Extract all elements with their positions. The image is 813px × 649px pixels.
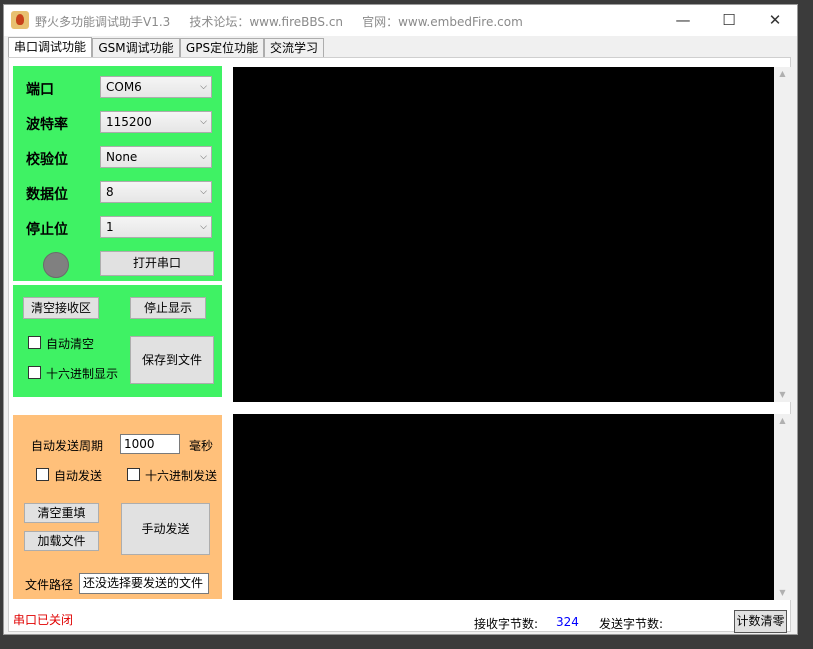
tab-gsm[interactable]: GSM调试功能 <box>92 38 180 58</box>
stopbits-label: 停止位 <box>26 222 68 238</box>
flame-icon <box>11 11 29 29</box>
main-window: 野火多功能调试助手V1.3 技术论坛：www.fireBBS.cn 官网：www… <box>3 4 798 635</box>
chevron-down-icon: ⌵ <box>200 152 207 162</box>
tx-count-label: 发送字节数: <box>599 617 664 631</box>
baud-select[interactable]: 115200 ⌵ <box>100 111 212 133</box>
window-title: 野火多功能调试助手V1.3 技术论坛：www.fireBBS.cn 官网：www… <box>35 15 523 29</box>
parity-value: None <box>106 150 138 164</box>
title-bar: 野火多功能调试助手V1.3 技术论坛：www.fireBBS.cn 官网：www… <box>4 5 797 36</box>
serial-settings-panel: 端口 COM6 ⌵ 波特率 115200 ⌵ 校验位 None ⌵ 数据位 8 … <box>13 66 222 281</box>
port-status-led <box>43 252 69 278</box>
file-path-input[interactable]: 还没选择要发送的文件 <box>79 573 209 594</box>
auto-send-label: 自动发送 <box>54 469 103 483</box>
send-period-label: 自动发送周期 <box>31 439 104 453</box>
clear-receive-button[interactable]: 清空接收区 <box>23 297 99 319</box>
auto-clear-label: 自动清空 <box>46 337 95 351</box>
chevron-down-icon: ⌵ <box>200 222 207 232</box>
file-path-label: 文件路径 <box>25 578 74 592</box>
minimize-button[interactable]: — <box>660 5 706 36</box>
close-button[interactable]: ✕ <box>752 5 798 36</box>
clear-refill-button[interactable]: 清空重填 <box>24 503 99 523</box>
databits-label: 数据位 <box>26 187 68 203</box>
chevron-down-icon: ⌵ <box>200 187 207 197</box>
receive-textarea[interactable] <box>233 67 774 402</box>
scroll-down-icon[interactable]: ▼ <box>774 388 791 402</box>
hex-display-label: 十六进制显示 <box>46 367 119 381</box>
parity-label: 校验位 <box>26 152 68 168</box>
send-period-unit: 毫秒 <box>189 439 214 453</box>
reset-count-button[interactable]: 计数清零 <box>734 610 787 633</box>
hex-send-label: 十六进制发送 <box>145 469 218 483</box>
tab-serial[interactable]: 串口调试功能 <box>8 37 92 59</box>
receive-scrollbar[interactable]: ▲ ▼ <box>774 67 791 402</box>
auto-send-checkbox[interactable] <box>36 468 49 481</box>
baud-value: 115200 <box>106 115 152 129</box>
load-file-button[interactable]: 加载文件 <box>24 531 99 551</box>
hex-send-checkbox[interactable] <box>127 468 140 481</box>
manual-send-button[interactable]: 手动发送 <box>121 503 210 555</box>
maximize-button[interactable]: ☐ <box>706 5 752 36</box>
port-value: COM6 <box>106 80 142 94</box>
save-to-file-button[interactable]: 保存到文件 <box>130 336 214 384</box>
open-port-button[interactable]: 打开串口 <box>100 251 214 276</box>
rx-count-value: 324 <box>556 615 579 629</box>
parity-select[interactable]: None ⌵ <box>100 146 212 168</box>
tab-content: 端口 COM6 ⌵ 波特率 115200 ⌵ 校验位 None ⌵ 数据位 8 … <box>8 57 791 633</box>
port-label: 端口 <box>26 82 54 98</box>
scroll-up-icon[interactable]: ▲ <box>774 414 791 428</box>
send-scrollbar[interactable]: ▲ ▼ <box>774 414 791 600</box>
stopbits-value: 1 <box>106 220 114 234</box>
send-options-panel: 自动发送周期 1000 毫秒 自动发送 十六进制发送 清空重填 加载文件 手动发… <box>13 415 222 599</box>
send-period-input[interactable]: 1000 <box>120 434 180 454</box>
port-state-status: 串口已关闭 <box>13 613 74 627</box>
port-select[interactable]: COM6 ⌵ <box>100 76 212 98</box>
databits-select[interactable]: 8 ⌵ <box>100 181 212 203</box>
tab-community[interactable]: 交流学习 <box>264 38 324 58</box>
hex-display-checkbox[interactable] <box>28 366 41 379</box>
databits-value: 8 <box>106 185 114 199</box>
chevron-down-icon: ⌵ <box>200 117 207 127</box>
rx-count-label: 接收字节数: <box>474 617 539 631</box>
auto-clear-checkbox[interactable] <box>28 336 41 349</box>
receive-options-panel: 清空接收区 停止显示 自动清空 十六进制显示 保存到文件 <box>13 285 222 397</box>
tab-gps[interactable]: GPS定位功能 <box>180 38 264 58</box>
scroll-up-icon[interactable]: ▲ <box>774 67 791 81</box>
stopbits-select[interactable]: 1 ⌵ <box>100 216 212 238</box>
chevron-down-icon: ⌵ <box>200 82 207 92</box>
stop-display-button[interactable]: 停止显示 <box>130 297 206 319</box>
baud-label: 波特率 <box>26 117 68 133</box>
send-textarea[interactable] <box>233 414 774 600</box>
scroll-down-icon[interactable]: ▼ <box>774 586 791 600</box>
